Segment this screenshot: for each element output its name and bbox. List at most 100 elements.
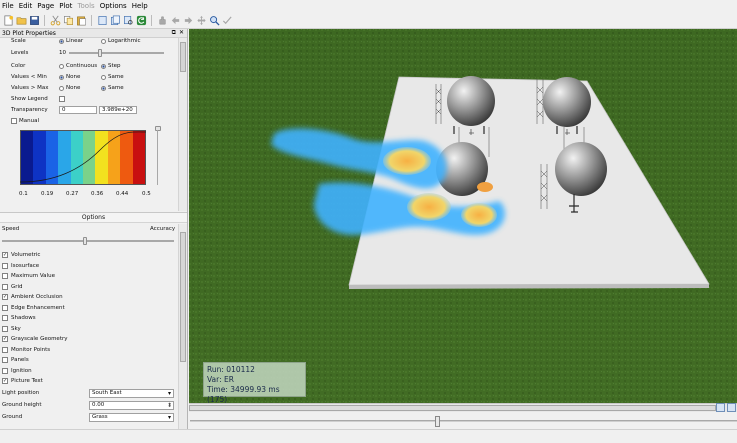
colorbar-slider-thumb[interactable] [155,126,161,131]
ground-combo[interactable]: Grass [89,413,174,422]
radio-step[interactable] [101,63,106,69]
check-button[interactable] [221,14,233,26]
option-row[interactable]: Edge Enhancement [2,304,65,311]
option-checkbox[interactable]: ✓ [2,294,8,300]
transparency-max-field[interactable]: 3.989e+20 [99,106,137,114]
values-max-none-option[interactable]: None [59,85,80,91]
zoom-button[interactable] [208,14,220,26]
option-row[interactable]: ✓ Ambient Occlusion [2,294,63,300]
radio-min-none[interactable] [59,74,64,80]
option-checkbox[interactable] [2,273,8,279]
light-position-label: Light position [2,390,40,396]
accuracy-label: Accuracy [150,226,176,232]
select-tool-button[interactable] [156,14,168,26]
show-legend-checkbox[interactable] [59,96,65,102]
scale-log-option[interactable]: Logarithmic [101,38,141,44]
colorbar-slider-track[interactable] [157,130,158,185]
manual-option[interactable]: Manual [11,118,39,124]
view-mode-button-2[interactable] [727,403,736,412]
radio-continuous[interactable] [59,63,64,69]
menu-plot[interactable]: Plot [59,2,77,10]
light-position-combo[interactable]: South East [89,389,174,398]
option-row[interactable]: Monitor Points [2,346,50,353]
menu-tools[interactable]: Tools [77,2,99,10]
levels-slider-track[interactable] [69,52,164,54]
option-row[interactable]: ✓ Picture Text [2,378,43,384]
color-continuous-label: Continuous [66,63,98,69]
tick-label: 0.5 [142,191,151,197]
cut-button[interactable] [49,14,61,26]
option-checkbox[interactable] [2,357,8,363]
option-row[interactable]: Ignition [2,367,32,374]
undock-icon[interactable]: ⧉ [172,29,176,37]
menu-file[interactable]: File [2,2,19,10]
option-checkbox[interactable] [2,367,8,374]
show-legend-check[interactable] [59,96,65,102]
option-row[interactable]: Isosurface [2,262,39,269]
forward-button[interactable] [182,14,194,26]
color-step-option[interactable]: Step [101,63,121,69]
option-checkbox[interactable] [2,315,8,321]
timeline-slider-track[interactable] [190,420,737,422]
option-row[interactable]: Grid [2,283,23,290]
option-row[interactable]: Sky [2,325,21,332]
values-max-same-option[interactable]: Same [101,85,124,91]
ground-height-spinbox[interactable]: 0.00 [89,401,174,410]
manual-checkbox[interactable] [11,118,17,124]
levels-slider-thumb[interactable] [98,49,102,57]
option-checkbox[interactable] [2,304,8,311]
view-mode-button-1[interactable] [716,403,725,412]
viewport-horizontal-scrollbar[interactable] [189,403,737,412]
option-row[interactable]: ✓ Grayscale Geometry [2,336,68,342]
refresh-button[interactable] [135,14,147,26]
option-row[interactable]: Panels [2,357,29,363]
color-continuous-option[interactable]: Continuous [59,63,97,69]
zoom-page-button[interactable] [122,14,134,26]
back-button[interactable] [169,14,181,26]
save-button[interactable] [28,14,40,26]
menu-options[interactable]: Options [100,2,132,10]
radio-max-none[interactable] [59,85,64,91]
option-checkbox[interactable] [2,262,8,269]
values-min-same-option[interactable]: Same [101,74,124,80]
zoom-icon [209,15,220,26]
option-row[interactable]: Maximum Value [2,273,55,279]
menu-edit[interactable]: Edit [19,2,38,10]
3d-viewport[interactable]: Run: 010112 Var: ER Time: 34999.93 ms (1… [189,29,737,403]
pages-button[interactable] [109,14,121,26]
radio-min-same[interactable] [101,74,106,80]
radio-max-same[interactable] [101,85,106,91]
plot-properties-scrollbar[interactable] [178,38,187,211]
option-row[interactable]: ✓ Volumetric [2,252,40,258]
values-min-none-option[interactable]: None [59,74,80,80]
copy-button[interactable] [62,14,74,26]
option-checkbox[interactable] [2,283,8,290]
options-scrollbar[interactable] [178,224,187,429]
scrollbar-thumb[interactable] [180,232,186,362]
menu-help[interactable]: Help [132,2,153,10]
option-checkbox[interactable]: ✓ [2,378,8,384]
timeline-slider-thumb[interactable] [435,416,441,427]
transparency-min-field[interactable]: 0 [59,106,97,114]
option-checkbox[interactable] [2,325,8,332]
speed-accuracy-slider-thumb[interactable] [82,237,87,245]
radio-linear[interactable] [59,38,64,44]
values-max-label: Values > Max [11,85,49,91]
option-row[interactable]: Shadows [2,315,36,321]
transfer-curve [20,131,147,183]
scrollbar-thumb[interactable] [189,405,716,411]
close-icon[interactable]: ✕ [179,29,184,37]
paste-button[interactable] [75,14,87,26]
open-file-button[interactable] [15,14,27,26]
menu-page[interactable]: Page [37,2,59,10]
option-checkbox[interactable]: ✓ [2,336,8,342]
pan-button[interactable] [195,14,207,26]
scrollbar-thumb[interactable] [180,42,186,72]
page-button[interactable] [96,14,108,26]
option-checkbox[interactable]: ✓ [2,252,8,258]
option-checkbox[interactable] [2,346,8,353]
scale-linear-option[interactable]: Linear [59,38,83,44]
new-file-button[interactable] [2,14,14,26]
radio-logarithmic[interactable] [101,38,106,44]
speed-accuracy-slider-track[interactable] [2,240,174,242]
